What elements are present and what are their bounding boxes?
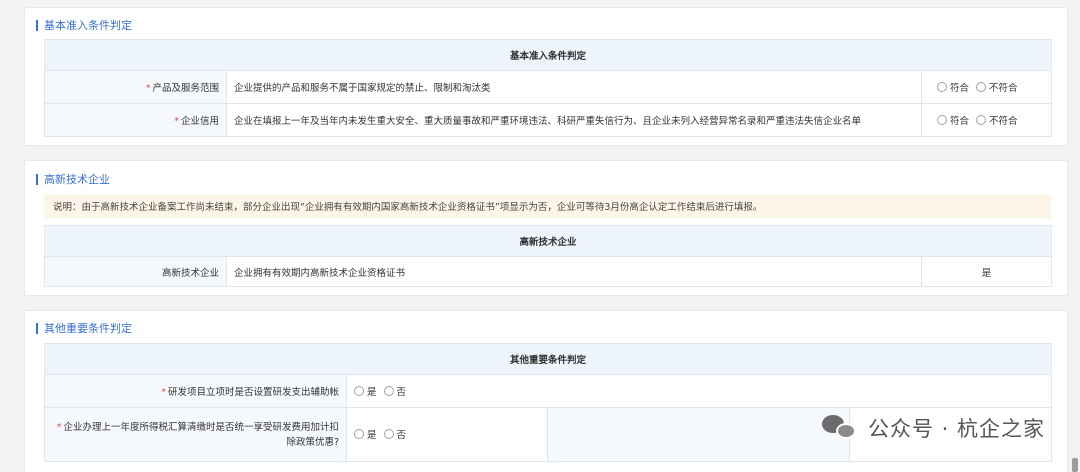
credit-options: 符合 不符合 [920, 103, 1053, 137]
hightech-row-value: 是 [920, 256, 1053, 287]
required-marker: * [145, 83, 151, 94]
radio-yes-label: 是 [367, 386, 377, 398]
hightech-row-label: 高新技术企业 [44, 256, 227, 287]
watermark-text: 公众号 · 杭企之家 [867, 417, 1045, 441]
rd-deduction-label: * 企业办理上一年度所得税汇算清缴时是否统一享受研发费用加计扣除政策优惠? [44, 407, 347, 462]
radio-circle-icon [383, 429, 394, 439]
radio-yes-label: 符合 [950, 82, 970, 94]
title-accent-bar [36, 173, 38, 185]
table-row: * 企业信用 企业在填报上一年及当年内未发生重大安全、重大质量事故和严重环境违法、… [44, 103, 1053, 137]
other-conditions-card: 其他重要条件判定 其他重要条件判定 * 研发项目立项时是否设置研发支出辅助帐 是 … [24, 310, 1068, 472]
other-conditions-table: 其他重要条件判定 * 研发项目立项时是否设置研发支出辅助帐 是 否 * 企业办理上一… [43, 343, 1053, 462]
basic-conditions-title-text: 基本准入条件判定 [44, 19, 132, 32]
rd-deduction-radio-no[interactable]: 否 [383, 427, 407, 441]
wechat-logo-icon [821, 415, 858, 441]
rd-deduction-options: 是 否 [346, 407, 548, 462]
scrollbar-thumb[interactable] [1072, 458, 1078, 472]
rd-account-label-text: 研发项目立项时是否设置研发支出辅助帐 [167, 387, 339, 398]
product-scope-radio-yes[interactable]: 符合 [937, 80, 969, 94]
credit-radio-yes[interactable]: 符合 [937, 113, 969, 127]
product-scope-content: 企业提供的产品和服务不属于国家规定的禁止、限制和淘汰类 [226, 70, 922, 104]
radio-circle-icon [937, 81, 947, 92]
hightech-card: 高新技术企业 说明：由于高新技术企业备案工作尚未结束，部分企业出现“企业拥有有效… [24, 160, 1068, 296]
hightech-table: 高新技术企业 高新技术企业 企业拥有有效期内高新技术企业资格证书 是 [43, 225, 1053, 287]
radio-yes-label: 是 [367, 430, 377, 441]
wechat-watermark: 公众号 · 杭企之家 [821, 413, 1045, 443]
rd-deduction-radio-yes[interactable]: 是 [354, 427, 377, 441]
table-row: * 研发项目立项时是否设置研发支出辅助帐 是 否 [44, 374, 1053, 408]
radio-no-label: 不符合 [989, 82, 1018, 94]
other-conditions-title-text: 其他重要条件判定 [44, 322, 132, 335]
table-row: * 产品及服务范围 企业提供的产品和服务不属于国家规定的禁止、限制和淘汰类 符合 … [44, 70, 1053, 104]
radio-no-label: 不符合 [989, 115, 1018, 127]
rd-account-label: * 研发项目立项时是否设置研发支出辅助帐 [44, 374, 347, 408]
rd-account-options: 是 否 [345, 374, 1053, 408]
radio-circle-icon [937, 114, 947, 125]
basic-conditions-section-title: 基本准入条件判定 [36, 18, 132, 32]
radio-no-label: 否 [396, 430, 407, 441]
hightech-notice: 说明：由于高新技术企业备案工作尚未结束，部分企业出现“企业拥有有效期内国家高新技… [44, 194, 1051, 218]
credit-label-text: 企业信用 [180, 116, 219, 127]
credit-label: * 企业信用 [44, 103, 227, 137]
product-scope-label-text: 产品及服务范围 [152, 83, 219, 94]
radio-circle-icon [383, 385, 394, 396]
rd-account-radio-yes[interactable]: 是 [354, 384, 377, 398]
radio-circle-icon [976, 81, 987, 92]
hightech-section-title: 高新技术企业 [36, 172, 110, 186]
credit-content: 企业在填报上一年及当年内未发生重大安全、重大质量事故和严重环境违法、科研严重失信… [226, 103, 922, 137]
basic-conditions-table-header: 基本准入条件判定 [43, 39, 1053, 71]
title-accent-bar [36, 19, 38, 31]
title-accent-bar [36, 322, 38, 334]
rd-account-radio-no[interactable]: 否 [383, 384, 407, 398]
hightech-table-header: 高新技术企业 [43, 225, 1053, 257]
hightech-title-text: 高新技术企业 [44, 173, 110, 186]
required-marker: * [174, 116, 179, 127]
other-conditions-table-header: 其他重要条件判定 [43, 343, 1053, 375]
basic-conditions-table: 基本准入条件判定 * 产品及服务范围 企业提供的产品和服务不属于国家规定的禁止、限… [43, 39, 1053, 137]
rd-deduction-label-text: 企业办理上一年度所得税汇算清缴时是否统一享受研发费用加计扣除政策优惠? [63, 421, 339, 448]
radio-circle-icon [976, 114, 987, 125]
basic-conditions-card: 基本准入条件判定 基本准入条件判定 * 产品及服务范围 企业提供的产品和服务不属于… [24, 7, 1068, 146]
radio-circle-icon [354, 429, 364, 439]
required-marker: * [161, 387, 166, 398]
required-marker: * [56, 421, 62, 433]
radio-circle-icon [354, 385, 364, 396]
table-row: 高新技术企业 企业拥有有效期内高新技术企业资格证书 是 [44, 256, 1053, 287]
radio-no-label: 否 [396, 386, 407, 398]
product-scope-radio-no[interactable]: 不符合 [976, 80, 1018, 94]
credit-radio-no[interactable]: 不符合 [976, 113, 1018, 127]
radio-yes-label: 符合 [950, 115, 970, 127]
hightech-row-content: 企业拥有有效期内高新技术企业资格证书 [226, 256, 922, 287]
empty-cell [547, 407, 850, 462]
product-scope-label: * 产品及服务范围 [44, 70, 227, 104]
product-scope-options: 符合 不符合 [920, 70, 1053, 104]
other-conditions-section-title: 其他重要条件判定 [36, 321, 132, 335]
